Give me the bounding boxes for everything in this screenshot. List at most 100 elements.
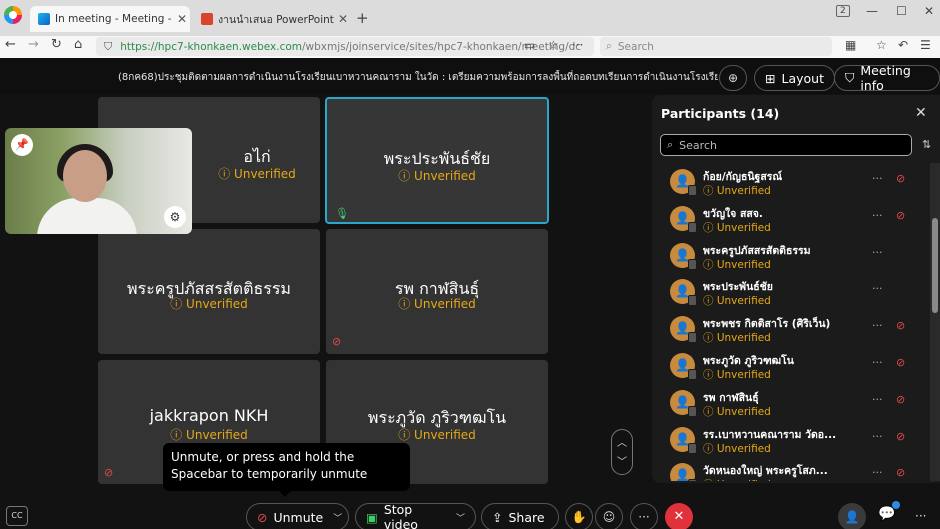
participants-button[interactable]: 👤	[838, 503, 866, 529]
chat-icon: 💬	[878, 506, 896, 522]
participant-status-text: Unverified	[716, 442, 771, 455]
mic-muted-icon: ⊘	[896, 466, 906, 480]
participant-row[interactable]: 👤 รพ กาฬสินธุ์ ⓘ Unverified ··· ⊘	[652, 384, 930, 421]
video-tile[interactable]: รพ กาฬสินธุ์ ⓘ Unverified ⊘	[326, 229, 548, 354]
gear-icon[interactable]: ⚙	[164, 206, 186, 228]
tile-name: jakkrapon NKH	[149, 406, 269, 425]
shield-icon: ⛉	[845, 70, 855, 85]
tile-status: ⓘ Unverified	[398, 169, 476, 183]
browser-search-input[interactable]: ⌕ Search	[600, 37, 832, 56]
more-options-button[interactable]: ···	[630, 503, 658, 529]
reactions-button[interactable]: ☺	[595, 503, 623, 529]
more-icon[interactable]: ···	[872, 209, 883, 222]
more-icon[interactable]: ···	[872, 319, 883, 332]
more-icon[interactable]: ···	[872, 430, 883, 443]
history-back-icon[interactable]: ↶	[898, 38, 908, 52]
minimize-icon[interactable]: —	[866, 4, 878, 18]
stop-video-button[interactable]: ▣ Stop video ﹀	[355, 502, 476, 529]
tab-count-badge[interactable]: 2	[836, 5, 850, 17]
chat-button[interactable]: 💬	[878, 501, 900, 522]
participant-row[interactable]: 👤วัดหนองใหญ่ พระครูโสภ...ⓘ Unverified···…	[652, 457, 930, 481]
share-button[interactable]: ⇪ Share	[481, 503, 559, 529]
participant-status: ⓘ Unverified	[703, 442, 771, 455]
more-icon[interactable]: ···	[872, 246, 883, 259]
mic-muted-icon: ⊘	[896, 208, 906, 222]
chevron-down-icon[interactable]: ﹀	[612, 453, 632, 468]
participant-row[interactable]: 👤 ก้อย/กัญธนิฐสรณ์ ⓘ Unverified ··· ⊘	[652, 163, 930, 200]
more-icon: ···	[638, 510, 650, 524]
zoom-button[interactable]: ⊕	[719, 65, 747, 91]
participant-row[interactable]: 👤 รร.เบาหวานคณาราม วัดอ... ⓘ Unverified ···…	[652, 421, 930, 458]
tile-status: ⓘ Unverified	[398, 297, 476, 311]
tab-webex-meeting[interactable]: In meeting - Meeting - Webex ✕	[30, 6, 190, 32]
self-video-person	[37, 198, 137, 234]
participant-status-text: Unverified	[716, 221, 771, 234]
home-icon[interactable]: ⌂	[74, 37, 82, 52]
more-icon[interactable]: ···	[872, 282, 883, 295]
self-view-video[interactable]: 📌 ⚙	[5, 128, 192, 234]
unmute-button[interactable]: ⊘ Unmute ﹀	[246, 503, 349, 529]
bookmark-star-icon[interactable]: ☆	[548, 38, 559, 52]
unmute-tooltip: Unmute, or press and hold the Spacebar t…	[163, 443, 410, 497]
chevron-down-icon[interactable]: ﹀	[333, 511, 342, 524]
leave-meeting-button[interactable]: ✕	[665, 503, 693, 529]
reader-view-icon[interactable]: ▭	[524, 38, 535, 52]
search-icon: ⌕	[667, 138, 674, 151]
video-tile[interactable]: พระครูปภัสสรสัตติธรรม ⓘ Unverified	[98, 229, 320, 354]
participant-status: ⓘ Unverified	[703, 368, 771, 381]
participant-status-text: Unverified	[716, 295, 771, 308]
mic-muted-icon: ⊘	[896, 429, 906, 443]
close-window-icon[interactable]: ✕	[924, 4, 934, 18]
meeting-info-button[interactable]: ⛉ Meeting info	[834, 63, 940, 93]
participant-row[interactable]: 👤 พระภูวัด ภูริวฑฒโน ⓘ Unverified ··· ⊘	[652, 347, 930, 384]
participant-row[interactable]: 👤 พระพชร กิตติสาโร (ศิริเว็น) ⓘ Unverified…	[652, 310, 930, 347]
stop-video-label: Stop video	[383, 502, 418, 529]
participants-icon: 👤	[844, 510, 860, 524]
maximize-icon[interactable]: ☐	[896, 4, 907, 18]
more-icon[interactable]: ···	[915, 509, 926, 523]
tab-powerpoint[interactable]: งานนำเสนอ PowerPoint ✕	[193, 6, 351, 32]
participant-row[interactable]: 👤 ขวัญใจ สสจ. ⓘ Unverified ··· ⊘	[652, 200, 930, 237]
address-bar[interactable]: ⛉ https:// hpc7-khonkaen.webex.com /wbxm…	[96, 37, 594, 56]
scrollbar-thumb[interactable]	[932, 218, 938, 313]
powerpoint-favicon-icon	[201, 13, 213, 25]
participants-search-input[interactable]: ⌕ Search	[660, 134, 912, 156]
grid-scroll-control[interactable]: ︿ ﹀	[611, 429, 633, 475]
close-icon[interactable]: ✕	[915, 105, 927, 121]
chevron-down-icon[interactable]: ﹀	[456, 511, 465, 524]
avatar-icon: 👤	[670, 205, 697, 233]
notification-dot	[892, 501, 900, 509]
video-camera-icon: ▣	[366, 509, 378, 525]
forward-icon[interactable]: →	[28, 37, 39, 52]
more-icon[interactable]: ···	[872, 356, 883, 369]
captions-icon[interactable]: CC	[6, 506, 28, 526]
favorites-icon[interactable]: ☆	[876, 38, 887, 52]
participant-status-text: Unverified	[716, 185, 771, 197]
tab-close-icon[interactable]: ✕	[174, 12, 190, 26]
reload-icon[interactable]: ↻	[51, 37, 62, 52]
new-tab-button[interactable]: +	[356, 9, 369, 27]
participants-scrollbar[interactable]	[930, 163, 940, 481]
mic-muted-icon: ⊘	[896, 172, 906, 185]
mic-muted-icon: ⊘	[896, 392, 906, 406]
participant-row[interactable]: 👤 พระครูปภัสสรสัตติธรรม ⓘ Unverified ···	[652, 237, 930, 274]
meeting-controls: CC ⊘ Unmute ﹀ ▣ Stop video ﹀ ⇪ Share ✋ ☺…	[0, 497, 940, 529]
chevron-up-icon[interactable]: ︿	[612, 434, 632, 449]
more-icon[interactable]: ···	[872, 172, 883, 185]
layout-button[interactable]: ⊞ Layout	[754, 65, 835, 91]
meeting-header: (8กค68)ประชุมติดตามผลการดำเนินงานโรงเรีย…	[0, 58, 940, 94]
video-tile-active-speaker[interactable]: พระประพันธ์ชัย ⓘ Unverified 🎙	[325, 97, 549, 224]
more-icon[interactable]: ···	[872, 393, 883, 406]
browser-toolbar: ← → ↻ ⌂ ⛉ https:// hpc7-khonkaen.webex.c…	[0, 36, 940, 58]
page-actions-icon[interactable]: ···	[572, 38, 583, 52]
extensions-grid-icon[interactable]: ▦	[845, 38, 856, 52]
tab-close-icon[interactable]: ✕	[335, 12, 351, 26]
participant-row[interactable]: 👤 พระประพันธ์ชัย ⓘ Unverified ···	[652, 273, 930, 310]
pin-icon[interactable]: 📌	[11, 134, 33, 156]
more-icon[interactable]: ···	[872, 466, 883, 479]
sort-icon[interactable]: ⇅	[922, 138, 931, 151]
back-icon[interactable]: ←	[5, 37, 16, 52]
raise-hand-button[interactable]: ✋	[565, 503, 593, 529]
browser-tab-bar: In meeting - Meeting - Webex ✕ งานนำเสนอ…	[0, 0, 940, 36]
menu-icon[interactable]: ☰	[920, 38, 931, 52]
